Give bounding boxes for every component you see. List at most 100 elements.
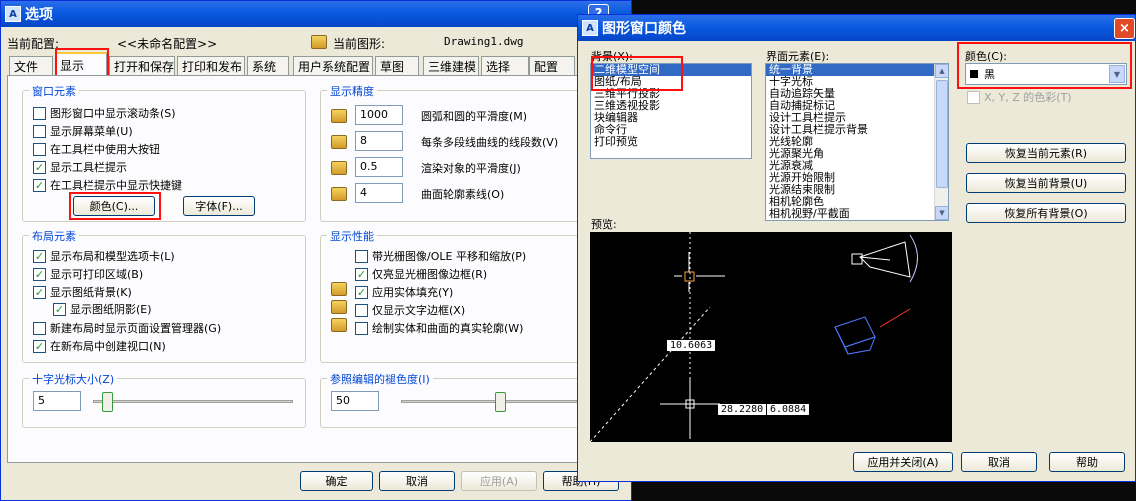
checkbox-box[interactable] xyxy=(967,90,980,104)
close-icon[interactable]: × xyxy=(1114,18,1135,39)
tab-files[interactable]: 文件 xyxy=(9,56,53,75)
crosshair-slider-track xyxy=(93,400,293,403)
tab-profiles[interactable]: 配置 xyxy=(529,56,575,75)
current-drawing-value: Drawing1.dwg xyxy=(444,35,524,48)
element-list-scrollbar[interactable]: ▲ ▼ xyxy=(934,64,948,220)
solid-fill-checkbox[interactable]: ✓ 应用实体填充(Y) xyxy=(355,284,453,300)
contour-lines-label: 曲面轮廓素线(O) xyxy=(421,188,505,201)
apply-close-button[interactable]: 应用并关闭(A) xyxy=(853,452,953,472)
polyline-segments-input[interactable]: 8 xyxy=(355,131,403,151)
restore-all-button[interactable]: 恢复所有背景(O) xyxy=(966,203,1126,223)
true-silhouettes-checkbox[interactable]: 绘制实体和曲面的真实轮廓(W) xyxy=(355,320,523,336)
options-dialog: A 选项 ? 当前配置: <<未命名配置>> 当前图形: Drawing1.dw… xyxy=(0,0,632,501)
render-smoothness-input[interactable]: 0.5 xyxy=(355,157,403,177)
display-resolution-title: 显示精度 xyxy=(327,83,377,99)
checkbox-box[interactable]: ✓ xyxy=(355,267,368,281)
layout-elements-title: 布局元素 xyxy=(29,228,79,244)
colors-titlebar[interactable]: A 图形窗口颜色 xyxy=(578,15,1135,41)
preview-dim-3: 6.0884 xyxy=(767,404,810,415)
screen-menu-checkbox[interactable]: 显示屏幕菜单(U) xyxy=(33,123,133,139)
crosshair-size-title: 十字光标大小(Z) xyxy=(29,371,118,387)
crosshair-size-input[interactable]: 5 xyxy=(33,391,81,411)
crosshair-slider-thumb[interactable] xyxy=(102,392,114,412)
tab-open-save[interactable]: 打开和保存 xyxy=(109,56,175,75)
interface-element-label: 界面元素(E): xyxy=(766,50,830,63)
checkbox-box[interactable]: ✓ xyxy=(33,249,46,263)
preview-canvas: 10.6063 28.2280 6.0884 xyxy=(590,232,952,442)
display-tab-panel: 窗口元素 图形窗口中显示滚动条(S) 显示屏幕菜单(U) 在工具栏中使用大按钮 … xyxy=(7,75,631,463)
window-elements-group: 窗口元素 图形窗口中显示滚动条(S) 显示屏幕菜单(U) 在工具栏中使用大按钮 … xyxy=(22,83,306,222)
scroll-down-icon[interactable]: ▼ xyxy=(935,206,948,220)
color-cancel-button[interactable]: 取消 xyxy=(961,452,1037,472)
polyline-segments-label: 每条多段线曲线的线段数(V) xyxy=(421,136,559,149)
checkbox-box[interactable]: ✓ xyxy=(33,267,46,281)
layout-tabs-checkbox[interactable]: ✓ 显示布局和模型选项卡(L) xyxy=(33,248,175,264)
color-help-button[interactable]: 帮助 xyxy=(1049,452,1125,472)
restore-context-button[interactable]: 恢复当前背景(U) xyxy=(966,173,1126,193)
checkbox-box[interactable]: ✓ xyxy=(355,285,368,299)
tab-user-preferences[interactable]: 用户系统配置 xyxy=(293,56,373,75)
arc-smoothness-input[interactable]: 1000 xyxy=(355,105,403,125)
printable-area-checkbox[interactable]: ✓ 显示可打印区域(B) xyxy=(33,266,143,282)
ok-button[interactable]: 确定 xyxy=(300,471,373,491)
checkbox-box[interactable]: ✓ xyxy=(53,302,66,316)
tab-drafting[interactable]: 草图 xyxy=(375,56,419,75)
drawing-icon xyxy=(331,109,347,123)
highlight-display-tab xyxy=(55,48,109,77)
list-item[interactable]: 相机视野/平截面 xyxy=(766,208,948,220)
xref-fade-title: 参照编辑的褪色度(I) xyxy=(327,371,433,387)
restore-element-button[interactable]: 恢复当前元素(R) xyxy=(966,143,1126,163)
drawing-icon xyxy=(331,187,347,201)
tab-selection[interactable]: 选择 xyxy=(481,56,529,75)
paper-background-checkbox[interactable]: ✓ 显示图纸背景(K) xyxy=(33,284,132,300)
cancel-button[interactable]: 取消 xyxy=(379,471,455,491)
checkbox-box[interactable] xyxy=(355,303,368,317)
tab-system[interactable]: 系统 xyxy=(247,56,289,75)
shortcut-keys-checkbox[interactable]: ✓ 在工具栏提示中显示快捷键 xyxy=(33,177,182,193)
list-item[interactable]: 打印预览 xyxy=(591,136,751,148)
create-viewport-checkbox[interactable]: ✓ 在新布局中创建视口(N) xyxy=(33,338,166,354)
checkbox-box[interactable] xyxy=(355,321,368,335)
current-drawing-label: 当前图形: xyxy=(333,37,386,51)
highlight-colors-button xyxy=(69,192,161,220)
text-frame-checkbox[interactable]: 仅显示文字边框(X) xyxy=(355,302,465,318)
render-smoothness-label: 渲染对象的平滑度(J) xyxy=(421,162,521,175)
display-performance-title: 显示性能 xyxy=(327,228,377,244)
drawing-window-colors-dialog: A 图形窗口颜色 × 背景(X): 二维模型空间 图纸/布局 三维平行投影 三维… xyxy=(577,14,1136,482)
checkbox-box[interactable] xyxy=(33,124,46,138)
preview-dim-1: 10.6063 xyxy=(667,340,716,351)
interface-element-list[interactable]: 统一背景 十字光标 自动追踪矢量 自动捕捉标记 设计工具栏提示 设计工具栏提示背… xyxy=(765,63,949,221)
preview-dim-2: 28.2280 xyxy=(718,404,767,415)
scroll-up-icon[interactable]: ▲ xyxy=(935,64,948,78)
xref-fade-slider-thumb[interactable] xyxy=(495,392,506,412)
checkbox-box[interactable] xyxy=(33,321,46,335)
paper-shadow-checkbox[interactable]: ✓ 显示图纸阴影(E) xyxy=(53,301,152,317)
page-setup-checkbox[interactable]: 新建布局时显示页面设置管理器(G) xyxy=(33,320,221,336)
options-titlebar[interactable]: A 选项 xyxy=(1,1,631,27)
xyz-tint-checkbox[interactable]: X, Y, Z 的色彩(T) xyxy=(967,89,1072,105)
checkbox-box[interactable]: ✓ xyxy=(33,285,46,299)
apply-button[interactable]: 应用(A) xyxy=(461,471,537,491)
scrollbars-checkbox[interactable]: 图形窗口中显示滚动条(S) xyxy=(33,105,176,121)
current-profile-label: 当前配置: xyxy=(7,37,60,51)
checkbox-box[interactable]: ✓ xyxy=(33,178,46,192)
contour-lines-input[interactable]: 4 xyxy=(355,183,403,203)
xref-fade-input[interactable]: 50 xyxy=(331,391,379,411)
scroll-thumb[interactable] xyxy=(936,80,948,188)
drawing-icon xyxy=(331,135,347,149)
fonts-button[interactable]: 字体(F)... xyxy=(183,196,255,216)
tab-3d-modeling[interactable]: 三维建模 xyxy=(423,56,479,75)
preview-label: 预览: xyxy=(591,218,617,231)
large-buttons-checkbox[interactable]: 在工具栏中使用大按钮 xyxy=(33,141,160,157)
raster-ole-checkbox[interactable]: 带光栅图像/OLE 平移和缩放(P) xyxy=(355,248,526,264)
tooltips-checkbox[interactable]: ✓ 显示工具栏提示 xyxy=(33,159,127,175)
tab-plot-publish[interactable]: 打印和发布 xyxy=(177,56,245,75)
raster-frame-checkbox[interactable]: ✓ 仅亮显光栅图像边框(R) xyxy=(355,266,487,282)
checkbox-box[interactable] xyxy=(33,142,46,156)
autocad-app-icon: A xyxy=(5,6,21,22)
layout-elements-group: 布局元素 ✓ 显示布局和模型选项卡(L) ✓ 显示可打印区域(B) ✓ 显示图纸背景(… xyxy=(22,228,306,363)
checkbox-box[interactable] xyxy=(355,249,368,263)
checkbox-box[interactable] xyxy=(33,106,46,120)
checkbox-box[interactable]: ✓ xyxy=(33,339,46,353)
checkbox-box[interactable]: ✓ xyxy=(33,160,46,174)
